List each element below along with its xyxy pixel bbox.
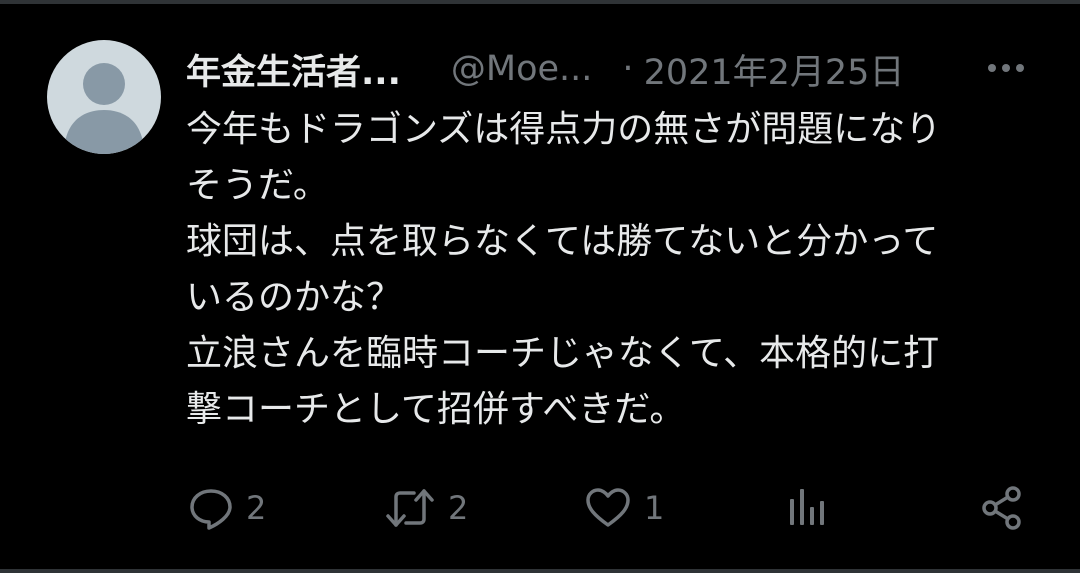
heart-icon bbox=[584, 485, 632, 531]
bottom-border bbox=[0, 569, 1080, 573]
header-separator: · bbox=[622, 49, 634, 89]
author-handle[interactable]: @Moe... bbox=[451, 49, 593, 89]
reply-icon bbox=[188, 485, 234, 531]
reply-count: 2 bbox=[246, 489, 267, 527]
like-count: 1 bbox=[644, 489, 665, 527]
author-display-name[interactable]: 年金生活者... bbox=[186, 44, 401, 95]
share-button[interactable] bbox=[980, 480, 1026, 536]
analytics-icon bbox=[784, 485, 830, 531]
tweet-text-line: そうだ。 bbox=[186, 165, 329, 206]
share-icon bbox=[980, 485, 1026, 531]
analytics-button[interactable] bbox=[784, 480, 830, 536]
tweet-text-line: 立浪さんを臨時コーチじゃなくて、本格的に打 bbox=[186, 333, 940, 374]
default-avatar-icon[interactable] bbox=[47, 40, 161, 154]
tweet-card[interactable]: 年金生活者... @Moe... · 2021年2月25日 今年もドラゴンズは得… bbox=[0, 0, 1080, 573]
retweet-button[interactable]: 2 bbox=[384, 480, 468, 536]
more-horizontal-icon[interactable] bbox=[982, 56, 1030, 80]
retweet-icon bbox=[384, 485, 436, 531]
tweet-text-line: 撃コーチとして招併すべきだ。 bbox=[186, 389, 686, 430]
tweet-actions: 2 2 1 bbox=[186, 480, 1036, 536]
tweet-text-line: いるのかな？ bbox=[186, 277, 403, 318]
tweet-date[interactable]: 2021年2月25日 bbox=[644, 44, 905, 95]
retweet-count: 2 bbox=[448, 489, 469, 527]
tweet-header: 年金生活者... @Moe... · 2021年2月25日 bbox=[186, 44, 904, 94]
reply-button[interactable]: 2 bbox=[188, 480, 266, 536]
tweet-text-line: 今年もドラゴンズは得点力の無さが問題になり bbox=[186, 109, 942, 150]
tweet-text: 今年もドラゴンズは得点力の無さが問題になり そうだ。 球団は、点を取らなくては勝… bbox=[186, 102, 1046, 438]
like-button[interactable]: 1 bbox=[584, 480, 664, 536]
tweet-text-line: 球団は、点を取らなくては勝てないと分かって bbox=[186, 221, 939, 262]
